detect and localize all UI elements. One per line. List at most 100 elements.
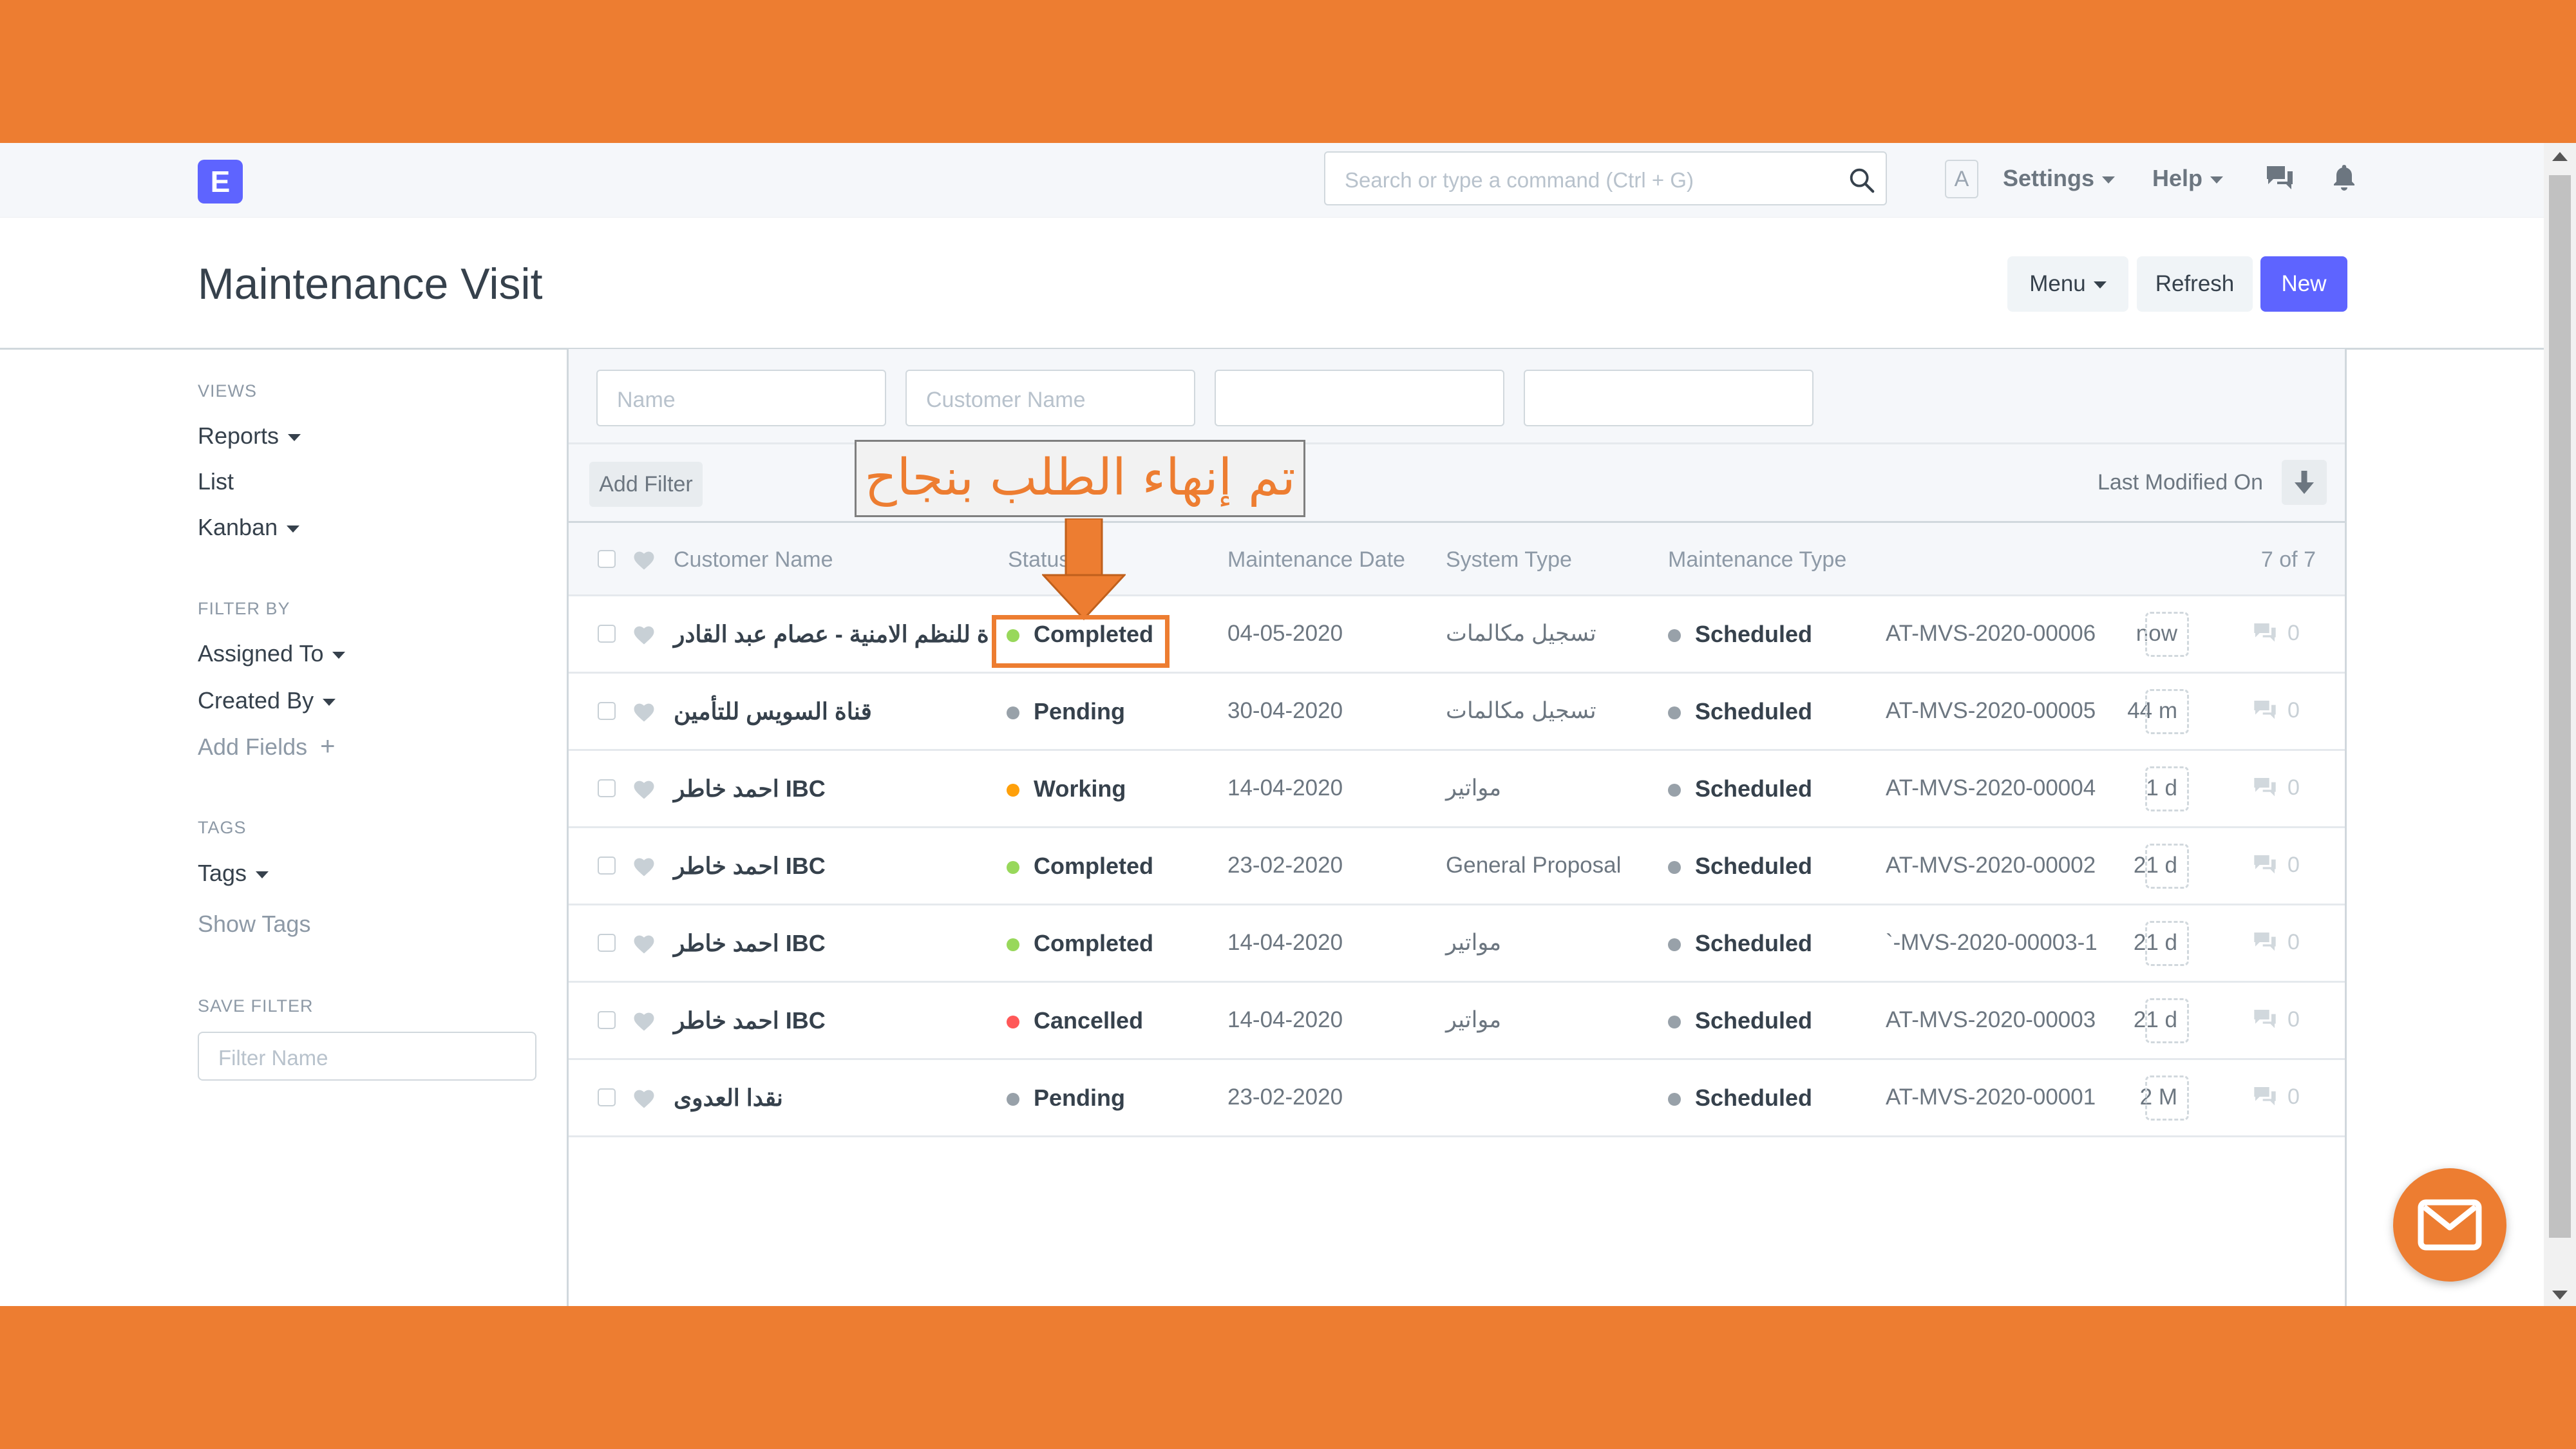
search-input[interactable]: Search or type a command (Ctrl + G) [1345,168,1694,193]
menu-button[interactable]: Menu [2007,256,2128,312]
scroll-up-icon[interactable] [2552,152,2568,161]
assignee-avatar[interactable] [2145,766,2189,811]
search-icon[interactable] [1847,166,1877,195]
sidebar-item-tags[interactable]: Tags [198,860,269,887]
customer-name-link[interactable]: احمد خاطر IBC [674,1007,826,1034]
customer-name-link[interactable]: قناة السويس للتأمين [674,698,872,725]
visit-id-link[interactable]: `-MVS-2020-00003-1 [1886,930,2098,956]
status-indicator[interactable]: Completed [1007,930,1153,957]
visit-id-link[interactable]: AT-MVS-2020-00006 [1886,621,2096,647]
visit-id-link[interactable]: AT-MVS-2020-00002 [1886,853,2096,878]
heart-icon[interactable] [632,623,656,645]
heart-icon[interactable] [632,1087,656,1109]
comment-icon[interactable] [2252,777,2278,799]
assignee-avatar[interactable] [2145,1075,2189,1121]
customer-name-link[interactable]: احمد خاطر IBC [674,775,826,802]
settings-dropdown[interactable]: Settings [2003,165,2116,192]
row-checkbox[interactable] [598,934,616,952]
customer-name-link[interactable]: ة للنظم الامنية - عصام عبد القادر [674,621,989,648]
user-avatar[interactable]: A [1945,160,1978,198]
sort-order-button[interactable] [2282,460,2327,505]
row-checkbox[interactable] [598,857,616,875]
status-indicator[interactable]: Pending [1007,698,1125,725]
row-checkbox[interactable] [598,779,616,797]
heart-icon[interactable] [632,701,656,723]
assignee-avatar[interactable] [2145,844,2189,889]
row-checkbox[interactable] [598,1011,616,1029]
visit-id-link[interactable]: AT-MVS-2020-00005 [1886,698,2096,724]
table-row[interactable]: ة للنظم الامنية - عصام عبد القادر Complet… [569,596,2345,674]
comment-icon[interactable] [2252,1086,2278,1108]
select-all-checkbox[interactable] [598,550,616,568]
app-logo[interactable]: E [198,160,243,204]
customer-name-filter-input[interactable]: Customer Name [905,370,1195,426]
table-row[interactable]: احمد خاطر IBC Completed 23-02-2020 General … [569,828,2345,905]
filter-input-4[interactable] [1524,370,1814,426]
sidebar-item-assigned-to[interactable]: Assigned To [198,640,346,667]
maintenance-type-indicator[interactable]: Scheduled [1668,930,1812,957]
sidebar-item-reports[interactable]: Reports [198,422,301,450]
assignee-avatar[interactable] [2145,612,2189,657]
bell-icon[interactable] [2331,164,2357,192]
status-indicator[interactable]: Working [1007,775,1126,802]
maintenance-type-indicator[interactable]: Scheduled [1668,1007,1812,1034]
visit-id-link[interactable]: AT-MVS-2020-00001 [1886,1084,2096,1110]
maintenance-type-indicator[interactable]: Scheduled [1668,853,1812,880]
column-header-maintenance-date[interactable]: Maintenance Date [1227,547,1405,573]
new-button[interactable]: New [2260,256,2347,312]
customer-name-link[interactable]: احمد خاطر IBC [674,930,826,957]
sidebar-item-list[interactable]: List [198,468,234,495]
visit-id-link[interactable]: AT-MVS-2020-00003 [1886,1007,2096,1033]
chat-widget-button[interactable] [2393,1168,2506,1282]
vertical-scrollbar[interactable] [2544,143,2576,1306]
visit-id-link[interactable]: AT-MVS-2020-00004 [1886,775,2096,801]
sidebar-item-kanban[interactable]: Kanban [198,514,300,541]
row-checkbox[interactable] [598,702,616,720]
sidebar-item-created-by[interactable]: Created By [198,687,336,714]
filter-input-3[interactable] [1215,370,1504,426]
maintenance-type-indicator[interactable]: Scheduled [1668,621,1812,648]
row-checkbox[interactable] [598,1088,616,1106]
heart-icon[interactable] [632,933,656,954]
comment-icon[interactable] [2252,699,2278,721]
assignee-avatar[interactable] [2145,921,2189,966]
sort-by-selector[interactable]: Last Modified On [2098,470,2263,495]
add-fields-link[interactable]: Add Fields + [198,732,335,761]
status-indicator[interactable]: Cancelled [1007,1007,1143,1034]
customer-name-link[interactable]: احمد خاطر IBC [674,853,826,880]
add-filter-button[interactable]: Add Filter [589,462,703,507]
maintenance-type-indicator[interactable]: Scheduled [1668,698,1812,725]
maintenance-type-indicator[interactable]: Scheduled [1668,775,1812,802]
refresh-button[interactable]: Refresh [2137,256,2253,312]
heart-icon[interactable] [632,549,656,571]
row-checkbox[interactable] [598,625,616,643]
column-header-maintenance-type[interactable]: Maintenance Type [1668,547,1846,573]
table-row[interactable]: نقدا العدوى Pending 23-02-2020 Scheduled AT-… [569,1060,2345,1137]
heart-icon[interactable] [632,855,656,877]
customer-name-link[interactable]: نقدا العدوى [674,1084,783,1112]
table-row[interactable]: احمد خاطر IBC Cancelled 14-04-2020 مواتير Sc… [569,983,2345,1060]
status-indicator[interactable]: Pending [1007,1084,1125,1112]
maintenance-type-indicator[interactable]: Scheduled [1668,1084,1812,1112]
comment-icon[interactable] [2252,622,2278,644]
comment-icon[interactable] [2252,854,2278,876]
search-bar[interactable]: Search or type a command (Ctrl + G) [1324,151,1887,205]
show-tags-link[interactable]: Show Tags [198,911,310,938]
chat-icon[interactable] [2264,164,2296,192]
filter-name-input[interactable]: Filter Name [198,1032,536,1081]
heart-icon[interactable] [632,1010,656,1032]
name-filter-input[interactable]: Name [596,370,886,426]
scroll-thumb[interactable] [2549,175,2571,1238]
help-dropdown[interactable]: Help [2152,165,2224,192]
status-indicator[interactable]: Completed [1007,853,1153,880]
assignee-avatar[interactable] [2145,998,2189,1043]
table-row[interactable]: احمد خاطر IBC Working 14-04-2020 مواتير Sche… [569,751,2345,828]
table-row[interactable]: احمد خاطر IBC Completed 14-04-2020 مواتير Sc… [569,905,2345,983]
scroll-down-icon[interactable] [2552,1291,2568,1300]
table-row[interactable]: قناة السويس للتأمين Pending 30-04-2020 تسجي… [569,674,2345,751]
column-header-system-type[interactable]: System Type [1446,547,1572,573]
assignee-avatar[interactable] [2145,689,2189,734]
comment-icon[interactable] [2252,931,2278,953]
column-header-customer-name[interactable]: Customer Name [674,547,833,573]
comment-icon[interactable] [2252,1009,2278,1030]
